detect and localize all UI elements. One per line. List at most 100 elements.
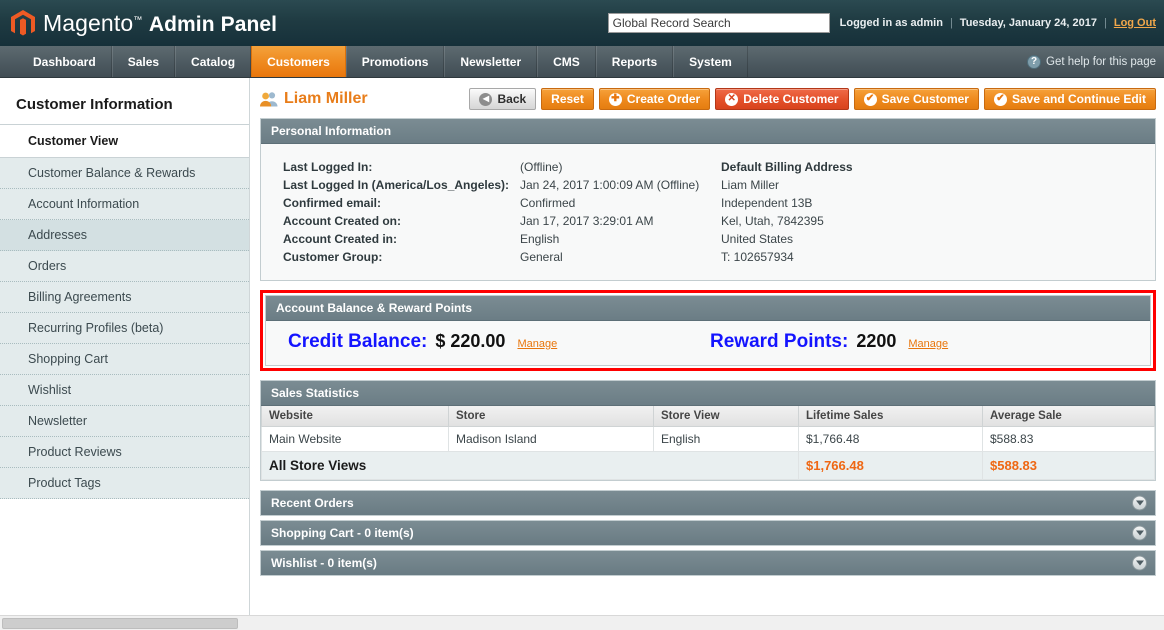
default-billing-address-title: Default Billing Address (721, 160, 853, 174)
sidebar-title: Customer Information (0, 86, 249, 125)
nav-item-reports[interactable]: Reports (595, 46, 674, 77)
nav-item-newsletter[interactable]: Newsletter (444, 46, 538, 77)
sidebar-item-account-information[interactable]: Account Information (0, 189, 249, 220)
billing-address-line-3: Kel, Utah, 7842395 (721, 214, 824, 228)
table-header-row: Website Store Store View Lifetime Sales … (261, 406, 1155, 427)
customer-icon (260, 91, 278, 107)
info-row-last-logged-in-tz: Last Logged In (America/Los_Angeles): Ja… (283, 176, 711, 194)
sidebar-item-orders[interactable]: Orders (0, 251, 249, 282)
delete-customer-button[interactable]: ✕ Delete Customer (715, 88, 849, 110)
info-value-last-logged-in-tz: Jan 24, 2017 1:00:09 AM (Offline) (520, 178, 700, 192)
nav-item-catalog[interactable]: Catalog (175, 46, 252, 77)
recent-orders-section-header[interactable]: Recent Orders (260, 490, 1156, 516)
sidebar-item-recurring-profiles[interactable]: Recurring Profiles (beta) (0, 313, 249, 344)
back-arrow-icon: ◀ (479, 92, 493, 106)
nav-item-sales[interactable]: Sales (111, 46, 176, 77)
nav-item-promotions[interactable]: Promotions (345, 46, 445, 77)
nav-item-cms[interactable]: CMS (537, 46, 596, 77)
sidebar-item-addresses[interactable]: Addresses (0, 220, 249, 251)
account-balance-highlight-box: Account Balance & Reward Points Credit B… (260, 290, 1156, 371)
column-header-average-sale: Average Sale (982, 406, 1155, 427)
column-header-lifetime-sales: Lifetime Sales (798, 406, 983, 427)
chevron-down-icon-2[interactable] (1132, 525, 1147, 541)
plus-icon: ✚ (608, 92, 622, 106)
sidebar-item-product-reviews[interactable]: Product Reviews (0, 437, 249, 468)
shopping-cart-section-header[interactable]: Shopping Cart - 0 item(s) (260, 520, 1156, 546)
brand-logo[interactable]: Magento™ Admin Panel (0, 9, 277, 37)
create-order-button-label: Create Order (626, 92, 701, 106)
personal-information-title: Personal Information (261, 119, 1155, 144)
cell-website: Main Website (261, 426, 449, 452)
save-customer-button-label: Save Customer (881, 92, 969, 106)
save-and-continue-edit-button-label: Save and Continue Edit (1011, 92, 1146, 106)
credit-balance-value: $ 220.00 (435, 331, 506, 351)
brand-admin-panel: Admin Panel (148, 12, 278, 36)
info-row-customer-group: Customer Group: General (283, 248, 711, 266)
nav-item-dashboard[interactable]: Dashboard (18, 46, 112, 77)
reset-button[interactable]: Reset (541, 88, 594, 110)
reward-points-value: 2200 (856, 331, 897, 351)
total-label: All Store Views (261, 451, 799, 480)
reset-button-label: Reset (551, 92, 584, 106)
personal-information-grid: Last Logged In: (Offline) Last Logged In… (261, 158, 1155, 266)
info-value-account-created-in: English (520, 232, 560, 246)
save-customer-button[interactable]: ✔ Save Customer (853, 88, 979, 110)
brand-magento: Magento (43, 9, 134, 36)
billing-address-line-4: United States (721, 232, 794, 246)
chevron-down-icon-3[interactable] (1132, 555, 1147, 571)
sidebar-item-product-tags[interactable]: Product Tags (0, 468, 249, 499)
global-search-input[interactable] (607, 13, 830, 33)
delete-customer-button-label: Delete Customer (743, 92, 839, 106)
sidebar-item-customer-balance-rewards[interactable]: Customer Balance & Rewards (0, 158, 249, 189)
header-session-info: Logged in as admin | Tuesday, January 24… (840, 17, 1156, 29)
info-value-last-logged-in: (Offline) (520, 160, 563, 174)
back-button-label: Back (497, 92, 527, 106)
billing-address-line-1: Liam Miller (721, 178, 780, 192)
total-average-sale: $588.83 (982, 451, 1155, 480)
save-and-continue-edit-button[interactable]: ✔ Save and Continue Edit (983, 88, 1156, 110)
main-content: Liam Miller ◀ Back Reset ✚ Create Order … (250, 78, 1164, 630)
sidebar-item-newsletter[interactable]: Newsletter (0, 406, 249, 437)
total-lifetime-sales: $1,766.48 (798, 451, 983, 480)
column-header-store: Store (448, 406, 654, 427)
app-header: Magento™ Admin Panel Logged in as admin … (0, 0, 1164, 46)
credit-balance-manage-link[interactable]: Manage (517, 338, 557, 350)
sidebar-item-customer-view[interactable]: Customer View (0, 125, 249, 158)
nav-item-customers[interactable]: Customers (251, 46, 346, 77)
table-total-row: All Store Views $1,766.48 $588.83 (261, 451, 1155, 480)
sidebar-item-wishlist[interactable]: Wishlist (0, 375, 249, 406)
customer-information-sidebar: Customer Information Customer View Custo… (0, 78, 250, 630)
page-title: Liam Miller (284, 90, 368, 107)
billing-address-line-2: Independent 13B (721, 196, 813, 210)
logout-link[interactable]: Log Out (1114, 17, 1156, 29)
chevron-down-icon[interactable] (1132, 495, 1147, 511)
info-label-confirmed-email: Confirmed email: (283, 196, 382, 210)
header-separator-1: | (949, 17, 953, 29)
check-icon-2: ✔ (993, 92, 1007, 106)
horizontal-scrollbar[interactable] (0, 615, 1164, 630)
nav-item-list: Dashboard Sales Catalog Customers Promot… (0, 46, 748, 77)
sales-statistics-title: Sales Statistics (261, 381, 1155, 406)
info-value-confirmed-email: Confirmed (520, 196, 576, 210)
create-order-button[interactable]: ✚ Create Order (598, 88, 711, 110)
brand-trademark: ™ (133, 13, 143, 24)
column-header-website: Website (261, 406, 449, 427)
sales-statistics-table: Website Store Store View Lifetime Sales … (261, 406, 1155, 480)
account-balance-body: Credit Balance: $ 220.00 Manage Reward P… (266, 321, 1150, 365)
header-right-group: Logged in as admin | Tuesday, January 24… (607, 0, 1156, 46)
get-help-link[interactable]: ? Get help for this page (1027, 46, 1156, 77)
cell-store: Madison Island (448, 426, 654, 452)
info-row-confirmed-email: Confirmed email: Confirmed (283, 194, 711, 212)
reward-points-manage-link[interactable]: Manage (908, 338, 948, 350)
horizontal-scrollbar-thumb[interactable] (2, 618, 238, 629)
nav-item-system[interactable]: System (673, 46, 748, 77)
back-button[interactable]: ◀ Back (469, 88, 537, 110)
column-header-store-view: Store View (653, 406, 799, 427)
info-label-customer-group: Customer Group: (283, 250, 383, 264)
info-value-account-created-on: Jan 17, 2017 3:29:01 AM (520, 214, 654, 228)
wishlist-section-header[interactable]: Wishlist - 0 item(s) (260, 550, 1156, 576)
current-date: Tuesday, January 24, 2017 (959, 17, 1097, 29)
sidebar-item-billing-agreements[interactable]: Billing Agreements (0, 282, 249, 313)
sidebar-item-shopping-cart[interactable]: Shopping Cart (0, 344, 249, 375)
magento-logo-icon (10, 9, 36, 37)
